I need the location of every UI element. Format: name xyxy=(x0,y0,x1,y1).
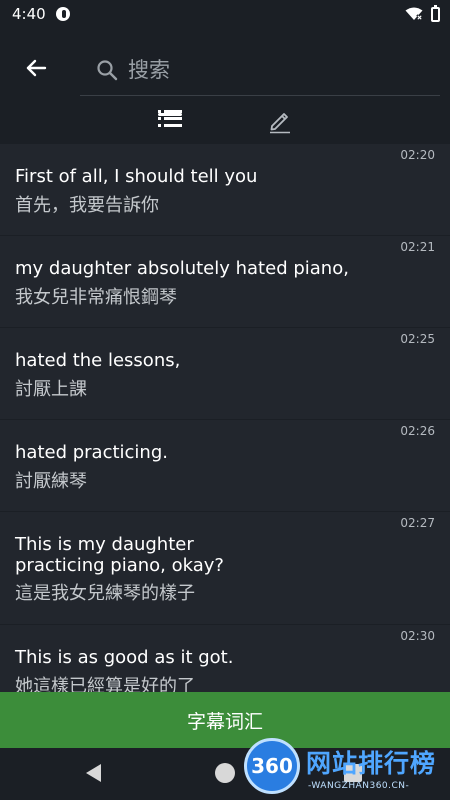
watermark-subtitle: -WANGZHAN360.CN- xyxy=(308,781,410,791)
back-button[interactable] xyxy=(18,50,54,86)
status-icons xyxy=(405,4,440,22)
app-notification-icon xyxy=(55,7,70,21)
subtitle-timestamp: 02:25 xyxy=(400,332,435,346)
subtitle-chinese: 這是我女兒練琴的樣子 xyxy=(15,583,195,604)
status-bar: 4:40 xyxy=(0,0,450,28)
list-icon xyxy=(158,110,182,127)
nav-home-icon[interactable] xyxy=(215,763,235,783)
nav-back-icon[interactable] xyxy=(86,764,101,782)
arrow-left-icon xyxy=(26,59,47,77)
subtitle-english: my daughter absolutely hated piano, xyxy=(15,258,349,279)
watermark-title: 网站排行榜 xyxy=(306,749,437,778)
subtitle-english: hated practicing. xyxy=(15,442,168,463)
subtitle-chinese: 她這樣已經算是好的了 xyxy=(15,676,195,692)
subtitle-item[interactable]: 02:30 This is as good as it got. 她這樣已經算是… xyxy=(0,625,450,692)
watermark-logo: 360 xyxy=(244,738,300,794)
tab-bar xyxy=(0,108,450,144)
status-time: 4:40 xyxy=(12,5,46,23)
search-icon xyxy=(97,59,118,80)
wifi-icon xyxy=(405,7,423,21)
subtitle-item[interactable]: 02:26 hated practicing. 討厭練琴 xyxy=(0,420,450,512)
watermark: 360 网站排行榜 -WANGZHAN360.CN- xyxy=(244,736,450,800)
subtitle-timestamp: 02:26 xyxy=(400,424,435,438)
watermark-logo-text: 360 xyxy=(251,754,293,778)
subtitle-item[interactable]: 02:20 First of all, I should tell you 首先… xyxy=(0,144,450,236)
subtitle-timestamp: 02:27 xyxy=(400,516,435,530)
tab-edit[interactable] xyxy=(250,108,310,144)
subtitle-timestamp: 02:30 xyxy=(400,629,435,643)
subtitle-item[interactable]: 02:25 hated the lessons, 討厭上課 xyxy=(0,328,450,420)
subtitle-timestamp: 02:20 xyxy=(400,148,435,162)
battery-icon xyxy=(431,4,440,22)
subtitle-item[interactable]: 02:27 This is my daughter practicing pia… xyxy=(0,512,450,625)
subtitle-english: This is as good as it got. xyxy=(15,647,234,668)
pencil-icon xyxy=(270,113,290,134)
subtitle-timestamp: 02:21 xyxy=(400,240,435,254)
subtitle-item[interactable]: 02:21 my daughter absolutely hated piano… xyxy=(0,236,450,328)
subtitle-list[interactable]: 02:20 First of all, I should tell you 首先… xyxy=(0,144,450,692)
subtitle-chinese: 我女兒非常痛恨鋼琴 xyxy=(15,287,177,308)
subtitle-chinese: 首先，我要告訴你 xyxy=(15,195,159,216)
subtitle-english: hated the lessons, xyxy=(15,350,181,371)
subtitle-chinese: 討厭上課 xyxy=(15,379,87,400)
subtitle-english: First of all, I should tell you xyxy=(15,166,258,187)
subtitle-vocabulary-label: 字幕词汇 xyxy=(186,710,263,733)
active-tab-indicator xyxy=(158,113,182,116)
search-box[interactable] xyxy=(80,44,440,96)
search-input[interactable] xyxy=(128,57,440,82)
subtitle-chinese: 討厭練琴 xyxy=(15,471,87,492)
subtitle-english: This is my daughter practicing piano, ok… xyxy=(15,534,224,576)
top-bar xyxy=(0,28,450,144)
